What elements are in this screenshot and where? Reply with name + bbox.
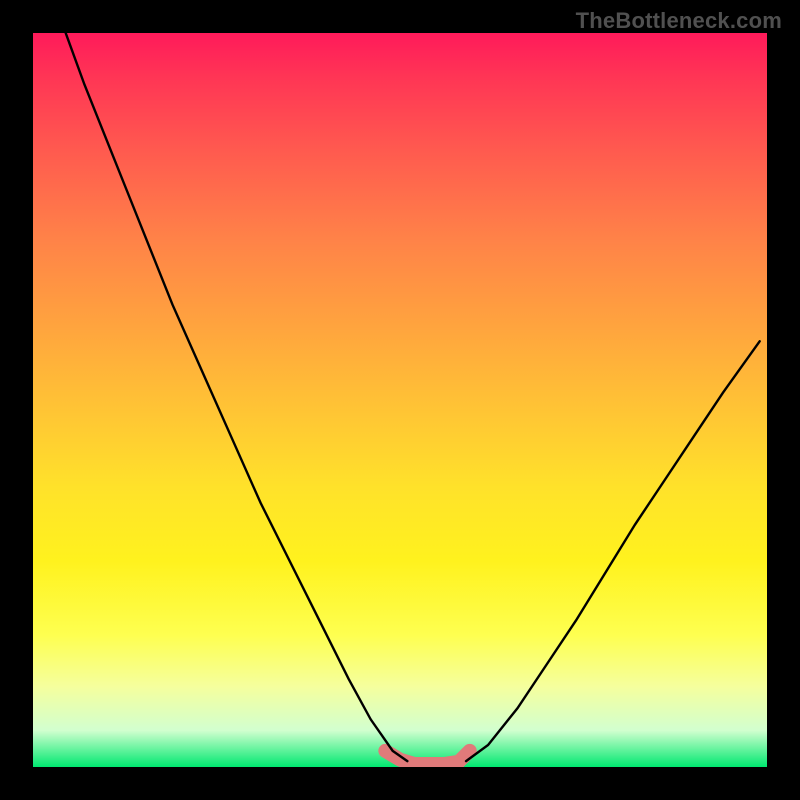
curve-layer bbox=[33, 33, 767, 767]
chart-frame: TheBottleneck.com bbox=[0, 0, 800, 800]
right-curve-path bbox=[466, 341, 760, 761]
watermark-text: TheBottleneck.com bbox=[576, 8, 782, 34]
plot-area bbox=[33, 33, 767, 767]
left-curve-path bbox=[55, 33, 407, 761]
bottom-band-path bbox=[385, 751, 469, 764]
